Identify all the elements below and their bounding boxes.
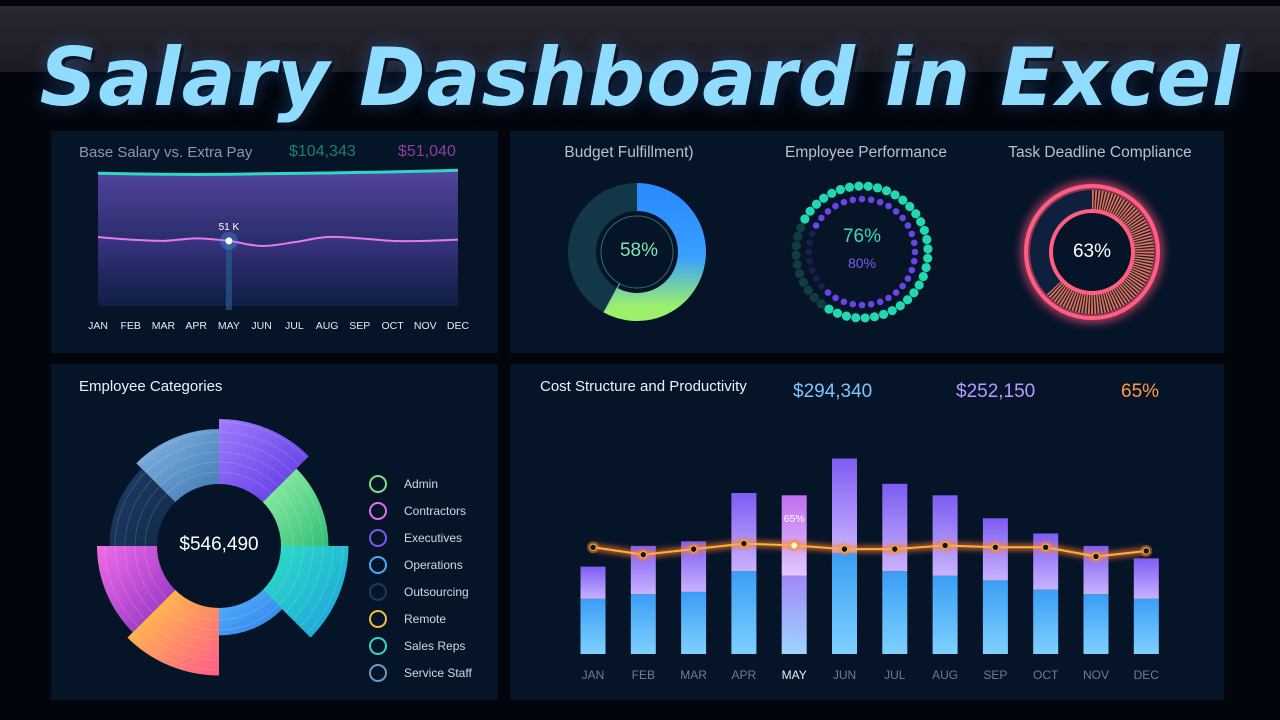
cost-bar-top bbox=[882, 483, 908, 572]
cost-x-tick: DEC bbox=[1134, 668, 1160, 682]
productivity-point bbox=[689, 545, 698, 553]
productivity-point bbox=[790, 541, 798, 550]
cost-bar-bottom bbox=[832, 552, 857, 654]
cost-x-tick: FEB bbox=[632, 668, 655, 682]
cost-x-tick: NOV bbox=[1083, 668, 1109, 682]
cost-x-tick: OCT bbox=[1033, 668, 1059, 682]
cost-bar-bottom bbox=[681, 591, 707, 654]
cost-x-tick: APR bbox=[732, 668, 757, 682]
cost-bar-top bbox=[731, 493, 757, 572]
cost-bar-bottom bbox=[1033, 589, 1059, 654]
cost-bar-bottom bbox=[1133, 598, 1159, 654]
cost-bar-top bbox=[932, 495, 958, 576]
productivity-point bbox=[1142, 547, 1151, 555]
cost-x-tick: JUN bbox=[833, 668, 856, 682]
cost-bar-top bbox=[580, 566, 606, 599]
cost-bar-bottom bbox=[882, 571, 908, 654]
cost-bar-top bbox=[832, 458, 857, 553]
cost-bar-bottom bbox=[982, 580, 1008, 654]
productivity-point bbox=[589, 543, 597, 551]
productivity-point bbox=[639, 550, 647, 559]
cost-x-tick: MAR bbox=[680, 668, 707, 682]
cost-x-tick: JAN bbox=[582, 668, 605, 682]
productivity-point bbox=[840, 545, 849, 553]
cost-bar-bottom bbox=[932, 575, 958, 654]
cost-bar-chart: JAN FEB MAR APR MAY JUN JUL AUG SEP OCT NOV DEC 65% bbox=[580, 458, 1160, 682]
cost-bar-bottom bbox=[731, 571, 757, 654]
cost-bar-bottom bbox=[781, 575, 807, 654]
productivity-point bbox=[740, 539, 748, 548]
cost-bar-bottom bbox=[580, 598, 606, 654]
productivity-highlight-label: 65% bbox=[784, 513, 805, 525]
cost-bar-bottom bbox=[1083, 594, 1109, 654]
productivity-point bbox=[991, 543, 1000, 551]
cost-bar-top bbox=[1133, 558, 1159, 599]
cost-x-tick: JUL bbox=[884, 668, 906, 682]
cost-x-tick: AUG bbox=[932, 668, 958, 682]
cost-bar-top bbox=[781, 495, 807, 576]
productivity-point bbox=[941, 541, 949, 550]
productivity-point bbox=[1042, 543, 1050, 551]
productivity-point bbox=[891, 545, 899, 553]
cost-x-tick: SEP bbox=[983, 668, 1007, 682]
cost-bar-bottom bbox=[630, 594, 656, 654]
cost-x-tick: MAY bbox=[782, 668, 807, 682]
productivity-point bbox=[1092, 552, 1100, 561]
